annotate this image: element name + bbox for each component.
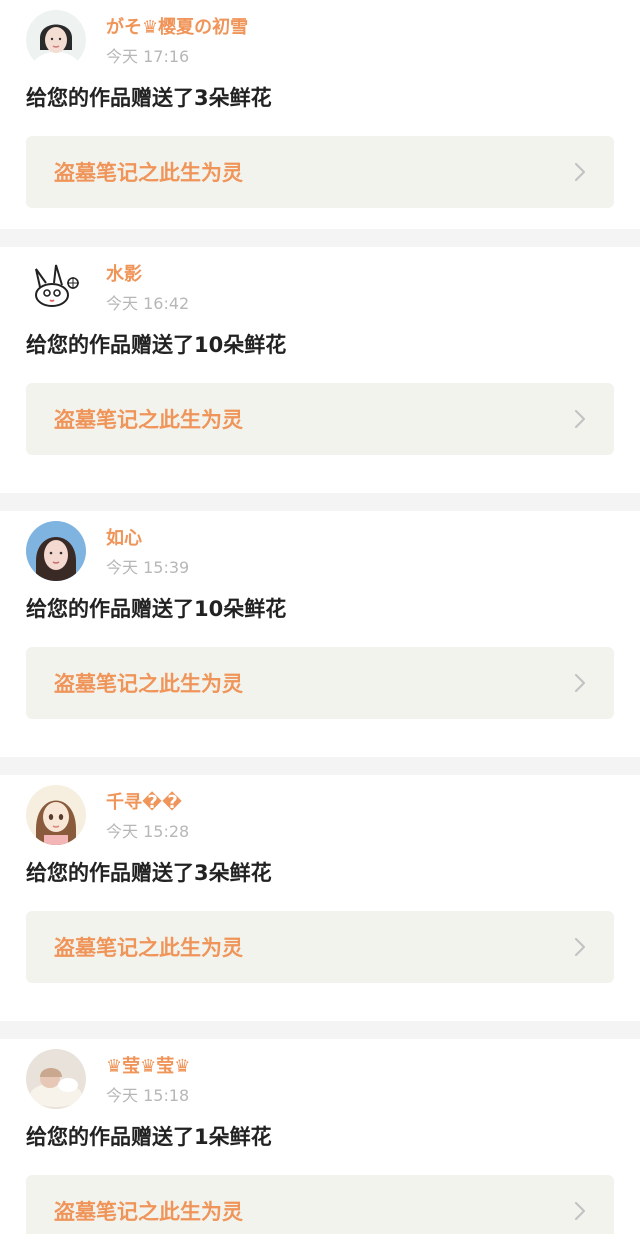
separator bbox=[0, 757, 640, 775]
work-title: 盗墓笔记之此生为灵 bbox=[54, 161, 243, 185]
timestamp: 今天 17:16 bbox=[106, 47, 190, 66]
card-header: 千寻�� 今天 15:28 bbox=[26, 775, 614, 851]
gift-message: 给您的作品赠送了10朵鲜花 bbox=[26, 333, 287, 357]
card-header: がそ♛樱夏の初雪 今天 17:16 bbox=[26, 0, 614, 76]
user-name[interactable]: 水影 bbox=[106, 263, 189, 287]
user-name[interactable]: 如心 bbox=[106, 527, 189, 551]
separator bbox=[0, 229, 640, 247]
work-link[interactable]: 盗墓笔记之此生为灵 bbox=[26, 383, 614, 455]
avatar[interactable] bbox=[26, 521, 86, 581]
gift-card: 水影 今天 16:42 给您的作品赠送了10朵鲜花 盗墓笔记之此生为灵 bbox=[0, 247, 640, 493]
avatar[interactable] bbox=[26, 1049, 86, 1109]
work-title: 盗墓笔记之此生为灵 bbox=[54, 1200, 243, 1224]
work-title: 盗墓笔记之此生为灵 bbox=[54, 408, 243, 432]
separator bbox=[0, 1021, 640, 1039]
timestamp: 今天 15:18 bbox=[106, 1086, 190, 1105]
avatar[interactable] bbox=[26, 10, 86, 70]
chevron-right-icon bbox=[574, 409, 586, 429]
chevron-right-icon bbox=[574, 162, 586, 182]
timestamp: 今天 15:28 bbox=[106, 822, 190, 841]
work-link[interactable]: 盗墓笔记之此生为灵 bbox=[26, 911, 614, 983]
gift-message: 给您的作品赠送了10朵鲜花 bbox=[26, 597, 287, 621]
card-header: 水影 今天 16:42 bbox=[26, 247, 614, 323]
gift-message: 给您的作品赠送了3朵鲜花 bbox=[26, 861, 272, 885]
gift-feed: がそ♛樱夏の初雪 今天 17:16 给您的作品赠送了3朵鲜花 盗墓笔记之此生为灵 bbox=[0, 0, 640, 1234]
avatar[interactable] bbox=[26, 257, 86, 317]
gift-card: ♛莹♛莹♛ 今天 15:18 给您的作品赠送了1朵鲜花 盗墓笔记之此生为灵 bbox=[0, 1039, 640, 1234]
chevron-right-icon bbox=[574, 937, 586, 957]
user-name[interactable]: がそ♛樱夏の初雪 bbox=[106, 16, 248, 40]
work-link[interactable]: 盗墓笔记之此生为灵 bbox=[26, 136, 614, 208]
avatar[interactable] bbox=[26, 785, 86, 845]
separator bbox=[0, 493, 640, 511]
gift-message: 给您的作品赠送了3朵鲜花 bbox=[26, 86, 272, 110]
gift-card: がそ♛樱夏の初雪 今天 17:16 给您的作品赠送了3朵鲜花 盗墓笔记之此生为灵 bbox=[0, 0, 640, 229]
card-header: ♛莹♛莹♛ 今天 15:18 bbox=[26, 1039, 614, 1115]
chevron-right-icon bbox=[574, 1201, 586, 1221]
work-link[interactable]: 盗墓笔记之此生为灵 bbox=[26, 647, 614, 719]
gift-card: 如心 今天 15:39 给您的作品赠送了10朵鲜花 盗墓笔记之此生为灵 bbox=[0, 511, 640, 757]
work-link[interactable]: 盗墓笔记之此生为灵 bbox=[26, 1175, 614, 1234]
work-title: 盗墓笔记之此生为灵 bbox=[54, 936, 243, 960]
timestamp: 今天 15:39 bbox=[106, 558, 190, 577]
user-name[interactable]: ♛莹♛莹♛ bbox=[106, 1055, 190, 1079]
chevron-right-icon bbox=[574, 673, 586, 693]
gift-card: 千寻�� 今天 15:28 给您的作品赠送了3朵鲜花 盗墓笔记之此生为灵 bbox=[0, 775, 640, 1021]
card-header: 如心 今天 15:39 bbox=[26, 511, 614, 587]
user-name[interactable]: 千寻�� bbox=[106, 791, 189, 815]
gift-message: 给您的作品赠送了1朵鲜花 bbox=[26, 1125, 272, 1149]
work-title: 盗墓笔记之此生为灵 bbox=[54, 672, 243, 696]
timestamp: 今天 16:42 bbox=[106, 294, 190, 313]
